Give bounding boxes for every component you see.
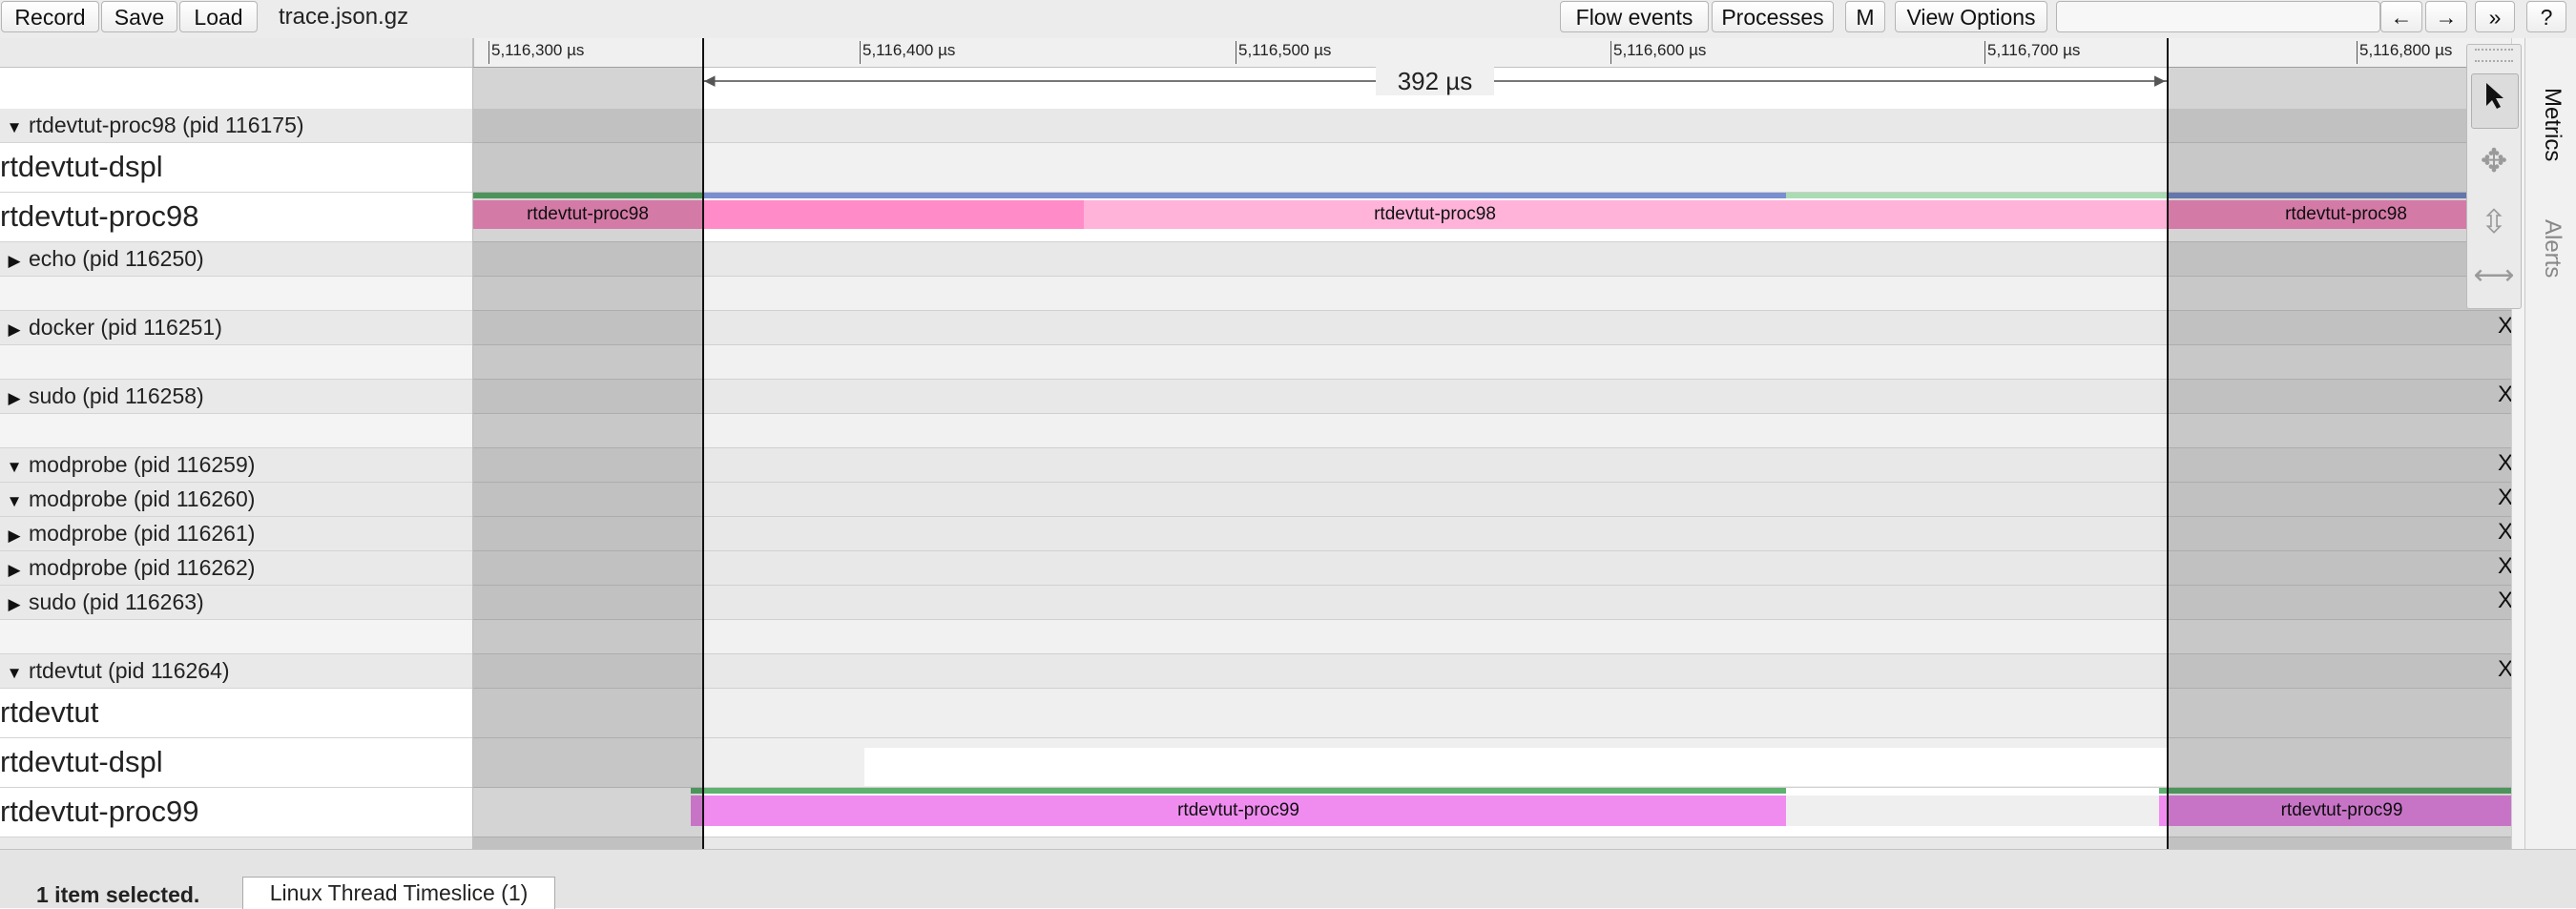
expanded-triangle-icon[interactable]: ▼ (0, 485, 29, 516)
expanded-triangle-icon[interactable]: ▼ (0, 112, 29, 142)
collapsed-triangle-icon[interactable]: ▶ (0, 589, 29, 619)
process-label: modprobe (pid 116262) (29, 555, 256, 580)
process-header-modprobe[interactable]: ▶ modprobe (pid 116261) (0, 517, 473, 551)
ruler-tick (2357, 41, 2358, 64)
m-button[interactable]: M (1845, 1, 1885, 32)
thread-label-dspl: rtdevtut-dspl (0, 143, 473, 193)
help-button[interactable]: ? (2526, 1, 2566, 32)
process-label: modprobe (pid 116259) (29, 452, 256, 477)
selection-marker-start[interactable] (702, 38, 704, 849)
selection-marker-end[interactable] (2167, 38, 2169, 849)
ruler-spacer (0, 38, 474, 67)
arrow-left-icon: ◀ (704, 72, 716, 89)
record-button[interactable]: Record (1, 1, 99, 32)
ruler-tick-label: 5,116,400 µs (862, 41, 956, 59)
cpu-strip (691, 788, 1786, 794)
timing-span-icon: ⟷ (2473, 259, 2515, 291)
ruler-tick (488, 41, 489, 64)
process-label: rtdevtut (pid 116264) (29, 658, 230, 683)
search-box[interactable] (2056, 1, 2380, 32)
toolbar: Record Save Load trace.json.gz Flow even… (0, 0, 2576, 39)
processes-button[interactable]: Processes (1712, 1, 1834, 32)
thread-label-proc99: rtdevtut-proc99 (0, 788, 473, 837)
ruler-tick-label: 5,116,300 µs (491, 41, 585, 59)
arrow-right-icon: ▶ (2154, 72, 2166, 89)
ruler-tick-label: 5,116,500 µs (1238, 41, 1332, 59)
process-header-rtdevtut[interactable]: ▼ rtdevtut (pid 116264) (0, 654, 473, 689)
zoom-tool[interactable]: ⇳ (2471, 196, 2517, 249)
alerts-tab[interactable]: Alerts (2539, 219, 2566, 278)
cursor-arrow-icon (2486, 83, 2503, 109)
process-header-sudo[interactable]: ▶ sudo (pid 116258) (0, 380, 473, 414)
process-label: docker (pid 116251) (29, 315, 222, 340)
ruler-tick (1984, 41, 1985, 64)
save-button[interactable]: Save (101, 1, 177, 32)
slice-proc98-label[interactable]: rtdevtut-proc98 (702, 200, 2168, 229)
nav-back-button[interactable]: ← (2380, 1, 2422, 32)
expanded-triangle-icon[interactable]: ▼ (0, 657, 29, 688)
process-label: modprobe (pid 116260) (29, 486, 256, 511)
ruler-tick-label: 5,116,700 µs (1987, 41, 2081, 59)
process-label: rtdevtut-proc98 (pid 116175) (29, 113, 304, 137)
process-header-modprobe[interactable]: ▶ modprobe (pid 116262) (0, 551, 473, 586)
process-header-proc98[interactable]: ▼ rtdevtut-proc98 (pid 116175) (0, 109, 473, 143)
process-spacer (0, 620, 473, 654)
cpu-strip (702, 193, 1786, 198)
process-header-docker[interactable]: ▶ docker (pid 116251) (0, 311, 473, 345)
collapsed-triangle-icon[interactable]: ▶ (0, 520, 29, 550)
flow-events-button[interactable]: Flow events (1560, 1, 1709, 32)
analysis-panel-bar: 1 item selected. Linux Thread Timeslice … (0, 849, 2576, 909)
collapsed-triangle-icon[interactable]: ▶ (0, 554, 29, 585)
process-header-modprobe[interactable]: ▼ modprobe (pid 116260) (0, 483, 473, 517)
collapsed-triangle-icon[interactable]: ▶ (0, 382, 29, 413)
trace-filename: trace.json.gz (279, 4, 409, 30)
gap-region (1786, 795, 2159, 826)
thread-label-dspl: rtdevtut-dspl (0, 738, 473, 788)
more-button[interactable]: » (2475, 1, 2515, 32)
ruler-tick (1610, 41, 1611, 64)
process-spacer (0, 277, 473, 311)
nav-forward-button[interactable]: → (2425, 1, 2467, 32)
tool-palette: ✥ ⇳ ⟷ (2466, 44, 2522, 309)
load-button[interactable]: Load (179, 1, 258, 32)
move-arrows-icon: ✥ (2480, 143, 2508, 179)
ruler-tick-label: 5,116,800 µs (2359, 41, 2453, 59)
process-spacer (0, 414, 473, 448)
selection-tool[interactable] (2471, 73, 2519, 129)
thread-label-rtdevtut: rtdevtut (0, 689, 473, 738)
cpu-strip (1786, 193, 2168, 198)
view-options-button[interactable]: View Options (1895, 1, 2047, 32)
zoom-arrows-icon: ⇳ (2480, 204, 2508, 240)
process-spacer (0, 345, 473, 380)
unselected-region-left (473, 67, 702, 849)
thread-label-proc98: rtdevtut-proc98 (0, 193, 473, 242)
idle-region (864, 748, 2168, 786)
process-label: echo (pid 116250) (29, 246, 204, 271)
tab-linux-thread-timeslice[interactable]: Linux Thread Timeslice (1) (242, 877, 555, 909)
selection-status: 1 item selected. (36, 882, 200, 907)
process-header-echo[interactable]: ▶ echo (pid 116250) (0, 242, 473, 277)
ruler-tick-label: 5,116,600 µs (1613, 41, 1707, 59)
selection-duration-label: 392 µs (1376, 67, 1494, 95)
label-column-divider (472, 38, 473, 849)
process-label: sudo (pid 116263) (29, 589, 204, 614)
process-label: sudo (pid 116258) (29, 383, 204, 408)
process-header-sudo[interactable]: ▶ sudo (pid 116263) (0, 586, 473, 620)
pan-tool[interactable]: ✥ (2471, 134, 2517, 188)
drag-handle-icon[interactable] (2475, 49, 2513, 62)
slice-proc99[interactable]: rtdevtut-proc99 (691, 795, 1786, 826)
process-header-partial (0, 837, 473, 849)
expanded-triangle-icon[interactable]: ▼ (0, 451, 29, 482)
collapsed-triangle-icon[interactable]: ▶ (0, 245, 29, 276)
timing-tool[interactable]: ⟷ (2471, 249, 2517, 302)
ruler-tick (860, 41, 861, 64)
metrics-tab[interactable]: Metrics (2539, 88, 2566, 161)
collapsed-triangle-icon[interactable]: ▶ (0, 314, 29, 344)
process-label: modprobe (pid 116261) (29, 521, 256, 546)
side-panel: Metrics Alerts (2524, 38, 2576, 850)
process-header-modprobe[interactable]: ▼ modprobe (pid 116259) (0, 448, 473, 483)
